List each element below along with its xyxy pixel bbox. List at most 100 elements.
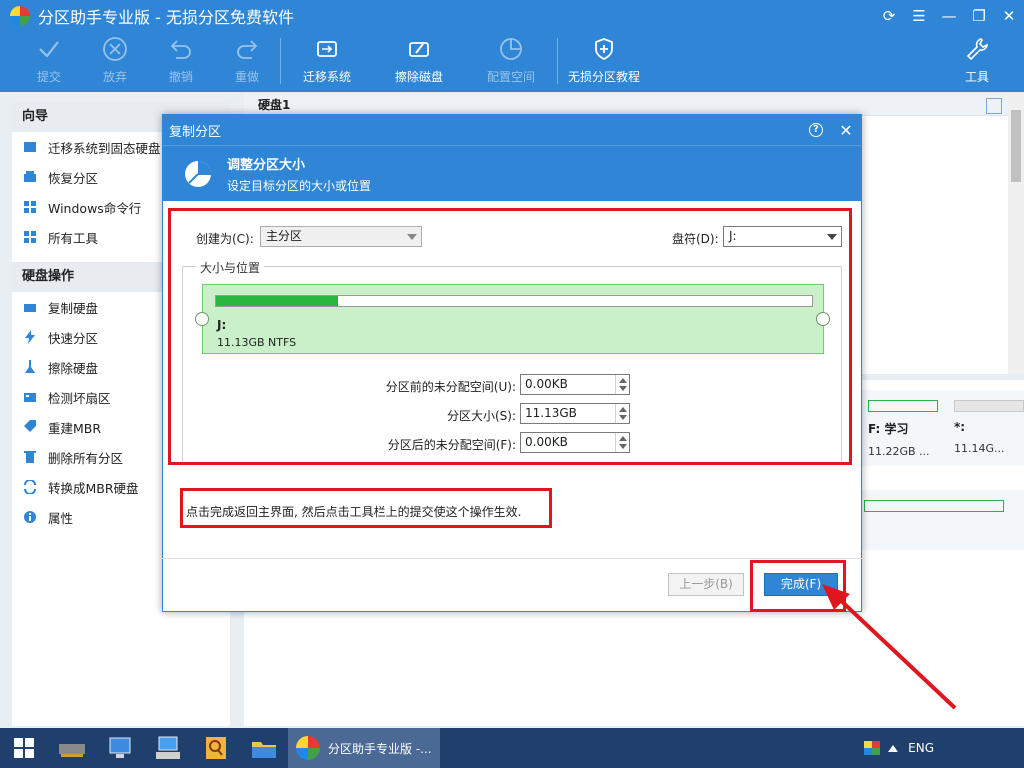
sidebar-item-label: 所有工具 — [48, 230, 99, 246]
language-indicator[interactable]: ENG — [908, 741, 934, 755]
pie-chart-icon — [183, 159, 213, 189]
recover-icon — [22, 169, 38, 185]
pie-clock-icon — [465, 36, 557, 62]
tray-app-icon[interactable] — [864, 741, 881, 755]
broom-icon — [22, 359, 38, 375]
taskbar-search-app[interactable] — [192, 728, 240, 768]
wipe-disk-icon — [373, 36, 465, 62]
taskbar: 分区助手专业版 -... ENG — [0, 728, 1024, 768]
menu-icon[interactable]: ☰ — [904, 0, 934, 32]
title-bar: 分区助手专业版 - 无损分区免费软件 ⟳ ☰ — ❐ ✕ — [0, 0, 1024, 32]
start-button[interactable] — [0, 728, 48, 768]
redo-label: 重做 — [234, 70, 259, 84]
partition-bar — [868, 400, 938, 412]
taskbar-active-app[interactable]: 分区助手专业版 -... — [288, 728, 440, 768]
computer-keyboard-icon — [156, 736, 180, 759]
help-button[interactable]: ? — [801, 115, 831, 145]
back-button[interactable]: 上一步(B) — [668, 573, 744, 596]
sidebar-item-label: 删除所有分区 — [48, 450, 124, 466]
dialog-footer-divider — [162, 558, 862, 559]
tutorial-label: 无损分区教程 — [567, 70, 640, 84]
sidebar-item-label: 属性 — [48, 510, 74, 526]
partition-size: 11.22GB ... — [868, 445, 930, 458]
sidebar-item-label: 检测坏扇区 — [48, 390, 111, 406]
tutorial-button[interactable]: 无损分区教程 — [558, 32, 650, 85]
taskbar-keyboard-app[interactable] — [144, 728, 192, 768]
help-icon: ? — [809, 123, 823, 137]
migrate-os-label: 迁移系统 — [302, 70, 351, 84]
disk-row-secondary — [860, 490, 1024, 550]
folder-icon — [252, 742, 276, 758]
migrate-icon — [22, 139, 38, 155]
app-header: 分区助手专业版 - 无损分区免费软件 ⟳ ☰ — ❐ ✕ 提交 放弃 撤销 重做… — [0, 0, 1024, 92]
dialog-close-button[interactable]: ✕ — [831, 115, 861, 145]
grid-icon — [22, 229, 38, 245]
check-icon — [16, 36, 82, 62]
taskbar-explorer[interactable] — [240, 728, 288, 768]
view-toggle-icon[interactable] — [986, 98, 1002, 114]
partition-bar — [864, 500, 1004, 512]
disk-header: 硬盘1 — [244, 94, 1024, 116]
migrate-disk-icon — [281, 36, 373, 62]
magnifier-icon — [206, 737, 226, 759]
sidebar-item-label: 复制硬盘 — [48, 300, 99, 316]
tag-icon — [22, 419, 38, 435]
undo-button[interactable]: 撤销 — [148, 32, 214, 85]
shield-plus-icon — [558, 36, 650, 62]
trash-icon — [22, 449, 38, 465]
window-controls: ⟳ ☰ — ❐ ✕ — [874, 0, 1024, 32]
sidebar-item-label: Windows命令行 — [48, 200, 142, 216]
toolbar: 提交 放弃 撤销 重做 迁移系统 擦除磁盘 配置空间 无损分区教程 工具 — [0, 32, 1024, 92]
taskbar-chip-app[interactable] — [48, 728, 96, 768]
dialog-controls: ? ✕ — [801, 115, 861, 145]
commit-button[interactable]: 提交 — [16, 32, 82, 85]
refresh-icon[interactable]: ⟳ — [874, 0, 904, 32]
highlight-box-form — [168, 208, 852, 465]
info-icon — [22, 509, 38, 525]
undo-icon — [148, 36, 214, 62]
config-space-label: 配置空间 — [486, 70, 535, 84]
taskbar-network-app[interactable] — [96, 728, 144, 768]
wrench-icon — [944, 36, 1010, 62]
banner-title: 调整分区大小 — [227, 157, 306, 173]
partition-card[interactable]: F: 学习 11.22GB ... — [868, 400, 938, 458]
sidebar-item-label: 迁移系统到固态硬盘 — [48, 140, 161, 156]
disk-partitions-row: F: 学习 11.22GB ... *: 11.14G... — [860, 390, 1024, 466]
restore-icon[interactable]: ❐ — [964, 0, 994, 32]
dialog-title-bar: 复制分区 ? ✕ — [163, 115, 861, 145]
minimize-icon[interactable]: — — [934, 0, 964, 32]
lightning-icon — [22, 329, 38, 345]
sidebar-item-label: 重建MBR — [48, 420, 102, 436]
partition-card[interactable]: *: 11.14G... — [954, 400, 1024, 455]
redo-icon — [214, 36, 280, 62]
sidebar-item-label: 擦除硬盘 — [48, 360, 99, 376]
taskbar-active-label: 分区助手专业版 -... — [328, 741, 432, 756]
wipe-disk-label: 擦除磁盘 — [394, 70, 443, 84]
vertical-scrollbar[interactable] — [1008, 94, 1024, 374]
sidebar-item-label: 恢复分区 — [48, 170, 99, 186]
migrate-os-button[interactable]: 迁移系统 — [281, 32, 373, 85]
dialog-banner: 调整分区大小 设定目标分区的大小或位置 — [163, 145, 861, 201]
partition-bar — [954, 400, 1024, 412]
convert-icon — [22, 479, 38, 495]
partition-size: 11.14G... — [954, 442, 1005, 455]
close-icon: ✕ — [839, 120, 853, 140]
scrollbar-thumb[interactable] — [1011, 110, 1021, 182]
commit-label: 提交 — [36, 70, 61, 84]
computer-network-icon — [109, 737, 131, 758]
sidebar-item-label: 快速分区 — [48, 330, 99, 346]
undo-label: 撤销 — [168, 70, 193, 84]
memory-chip-icon — [59, 744, 85, 757]
discard-label: 放弃 — [102, 70, 127, 84]
discard-button[interactable]: 放弃 — [82, 32, 148, 85]
copy-disk-icon — [22, 299, 38, 315]
redo-button[interactable]: 重做 — [214, 32, 280, 85]
system-tray: ENG — [864, 741, 1024, 755]
cancel-circle-icon — [82, 36, 148, 62]
highlight-box-hint — [180, 488, 552, 528]
config-space-button[interactable]: 配置空间 — [465, 32, 557, 85]
close-icon[interactable]: ✕ — [994, 0, 1024, 32]
tools-button[interactable]: 工具 — [944, 32, 1010, 85]
tray-expand-icon[interactable] — [888, 744, 899, 752]
wipe-disk-button[interactable]: 擦除磁盘 — [373, 32, 465, 85]
